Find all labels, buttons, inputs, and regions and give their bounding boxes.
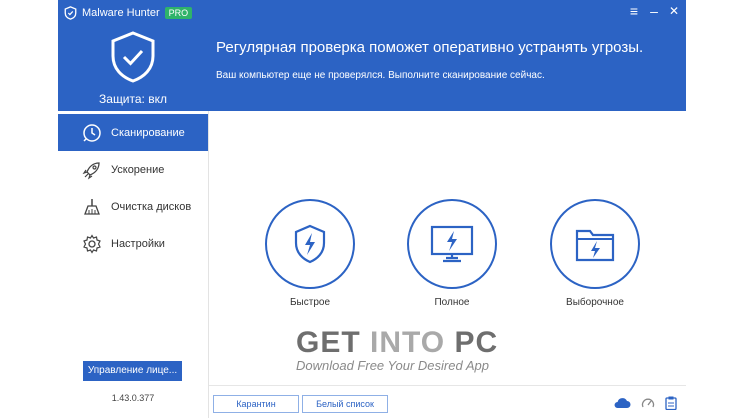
gear-icon xyxy=(81,233,103,255)
sidebar-item-speedup[interactable]: Ускорение xyxy=(58,151,208,188)
pro-badge: PRO xyxy=(164,7,193,19)
scan-option-label: Быстрое xyxy=(289,297,330,308)
full-scan-option[interactable]: Полное xyxy=(402,199,502,308)
headline: Регулярная проверка поможет оперативно у… xyxy=(216,39,644,56)
sidebar: Сканирование Ускорение Очистка дисков На… xyxy=(58,111,209,418)
scan-icon xyxy=(81,122,103,144)
header-banner: Malware Hunter PRO ≡ – ✕ Защита: вкл Рег… xyxy=(58,0,686,111)
minimize-button[interactable]: – xyxy=(646,3,662,19)
app-title: Malware Hunter xyxy=(82,7,160,19)
quick-scan-option[interactable]: Быстрое xyxy=(260,199,360,308)
custom-scan-circle[interactable] xyxy=(550,199,640,289)
title-bar: Malware Hunter PRO xyxy=(64,5,193,21)
scan-option-label: Выборочное xyxy=(566,297,624,308)
watermark-get: GET xyxy=(296,326,371,359)
menu-icon[interactable]: ≡ xyxy=(626,3,642,19)
bottom-bar: Карантин Белый список xyxy=(209,385,686,419)
whitelist-button[interactable]: Белый список xyxy=(302,395,388,413)
sidebar-item-disk-cleanup[interactable]: Очистка дисков xyxy=(58,188,208,225)
folder-lightning-icon xyxy=(575,229,615,262)
watermark-tagline: Download Free Your Desired App xyxy=(296,358,489,373)
watermark-into: INTO xyxy=(370,326,446,359)
quick-scan-circle[interactable] xyxy=(265,199,355,289)
app-logo-icon xyxy=(64,6,77,20)
watermark: GET INTO PC Download Free Your Desired A… xyxy=(296,326,498,373)
speedometer-icon[interactable] xyxy=(641,396,655,410)
sidebar-item-label: Сканирование xyxy=(111,126,185,139)
sidebar-item-label: Ускорение xyxy=(111,163,165,176)
cloud-icon[interactable] xyxy=(613,396,631,410)
manage-license-button[interactable]: Управление лице... xyxy=(83,361,182,381)
monitor-lightning-icon xyxy=(430,225,474,263)
subheadline: Ваш компьютер еще не проверялся. Выполни… xyxy=(216,70,545,81)
sidebar-item-settings[interactable]: Настройки xyxy=(58,225,208,262)
sidebar-item-scan[interactable]: Сканирование xyxy=(58,114,208,151)
clipboard-icon[interactable] xyxy=(665,396,677,410)
version-label: 1.43.0.377 xyxy=(111,393,155,403)
sidebar-item-label: Настройки xyxy=(111,237,165,250)
protection-status: Защита: вкл xyxy=(99,92,167,106)
scan-option-label: Полное xyxy=(434,297,470,308)
custom-scan-option[interactable]: Выборочное xyxy=(545,199,645,308)
close-button[interactable]: ✕ xyxy=(666,4,682,18)
quarantine-button[interactable]: Карантин xyxy=(213,395,299,413)
sidebar-item-label: Очистка дисков xyxy=(111,200,192,213)
watermark-title: GET INTO PC xyxy=(296,326,498,360)
full-scan-circle[interactable] xyxy=(407,199,497,289)
protection-shield xyxy=(58,30,208,89)
rocket-icon xyxy=(81,159,103,181)
broom-icon xyxy=(81,196,103,218)
shield-lightning-icon xyxy=(294,224,326,264)
shield-check-icon xyxy=(111,31,155,83)
watermark-pc: PC xyxy=(445,326,499,359)
